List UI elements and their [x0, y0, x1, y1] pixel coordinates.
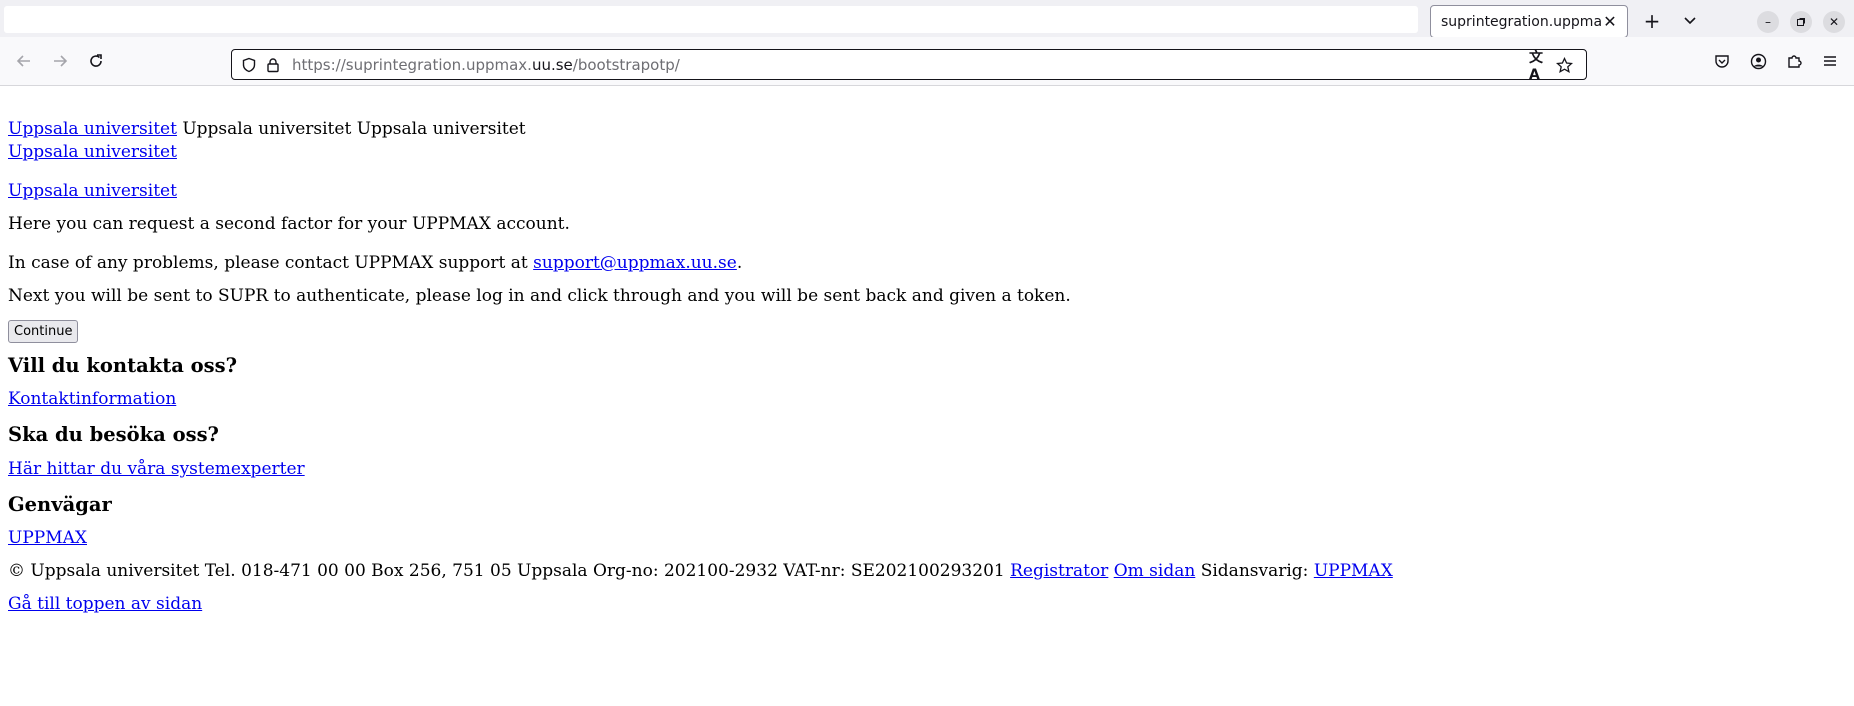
- tab-close-icon[interactable]: ✕: [1601, 12, 1619, 31]
- system-experts-link[interactable]: Här hittar du våra systemexperter: [8, 459, 305, 479]
- url-domain: uu.se: [531, 56, 573, 74]
- reload-icon[interactable]: [84, 49, 108, 73]
- contact-suffix: .: [736, 253, 743, 273]
- address-bar[interactable]: https://suprintegration.uppmax.uu.se/boo…: [231, 49, 1587, 83]
- responsible-uppmax-link[interactable]: UPPMAX: [1314, 561, 1393, 581]
- bookmark-star-icon[interactable]: [1554, 55, 1574, 75]
- next-info-text: Next you will be sent to SUPR to authent…: [8, 286, 1071, 306]
- url-path: /bootstrapotp/: [572, 56, 680, 74]
- minimize-icon[interactable]: –: [1757, 11, 1779, 33]
- tab-strip: [4, 6, 1418, 33]
- intro-text: Here you can request a second factor for…: [8, 214, 570, 234]
- visit-heading: Ska du besöka oss?: [8, 423, 219, 446]
- contact-heading: Vill du kontakta oss?: [8, 354, 238, 377]
- shortcuts-heading: Genvägar: [8, 493, 112, 516]
- uu-logo-link[interactable]: Uppsala universitet: [8, 119, 177, 139]
- site-header: Uppsala universitet Uppsala universitet …: [8, 118, 1838, 164]
- url-prefix: https://suprintegration.uppmax.: [292, 56, 532, 74]
- shield-icon[interactable]: [240, 56, 258, 74]
- lock-icon[interactable]: [264, 56, 282, 74]
- contact-info-link[interactable]: Kontaktinformation: [8, 389, 176, 409]
- new-tab-icon[interactable]: +: [1640, 9, 1664, 33]
- menu-hamburger-icon[interactable]: [1818, 49, 1842, 73]
- back-to-top-link[interactable]: Gå till toppen av sidan: [8, 594, 202, 614]
- list-tabs-chevron-down-icon[interactable]: [1678, 9, 1702, 33]
- back-arrow-icon[interactable]: [12, 49, 36, 73]
- support-email-link[interactable]: support@uppmax.uu.se: [533, 253, 737, 273]
- responsible-label: Sidansvarig:: [1200, 561, 1309, 581]
- page-content: Uppsala universitet Uppsala universitet …: [8, 118, 1838, 616]
- logo-text-1: Uppsala universitet: [182, 119, 352, 139]
- close-window-icon[interactable]: ✕: [1823, 11, 1845, 33]
- translate-icon[interactable]: 文A: [1529, 50, 1549, 83]
- restore-icon[interactable]: [1790, 11, 1812, 33]
- uu-link[interactable]: Uppsala universitet: [8, 181, 177, 201]
- url-text[interactable]: https://suprintegration.uppmax.uu.se/boo…: [292, 56, 680, 74]
- pocket-icon[interactable]: [1710, 49, 1734, 73]
- navigation-bar: https://suprintegration.uppmax.uu.se/boo…: [0, 37, 1854, 86]
- about-page-link[interactable]: Om sidan: [1114, 561, 1196, 581]
- uu-home-link[interactable]: Uppsala universitet: [8, 142, 177, 162]
- forward-arrow-icon[interactable]: [48, 49, 72, 73]
- tab-bar: suprintegration.uppmax ✕ + – ✕: [0, 0, 1854, 38]
- continue-button[interactable]: Continue: [8, 320, 79, 343]
- contact-prefix: In case of any problems, please contact …: [8, 253, 534, 273]
- extensions-icon[interactable]: [1782, 49, 1806, 73]
- account-icon[interactable]: [1746, 49, 1770, 73]
- browser-tab[interactable]: suprintegration.uppmax ✕: [1430, 5, 1628, 38]
- registrator-link[interactable]: Registrator: [1010, 561, 1108, 581]
- footer-info: © Uppsala universitet Tel. 018-471 00 00…: [8, 560, 1838, 583]
- tab-title: suprintegration.uppmax: [1441, 13, 1601, 30]
- uppmax-shortcut-link[interactable]: UPPMAX: [8, 528, 87, 548]
- copyright-text: © Uppsala universitet Tel. 018-471 00 00…: [8, 561, 1005, 581]
- logo-text-2: Uppsala universitet: [356, 119, 526, 139]
- contact-paragraph: In case of any problems, please contact …: [8, 252, 1838, 275]
